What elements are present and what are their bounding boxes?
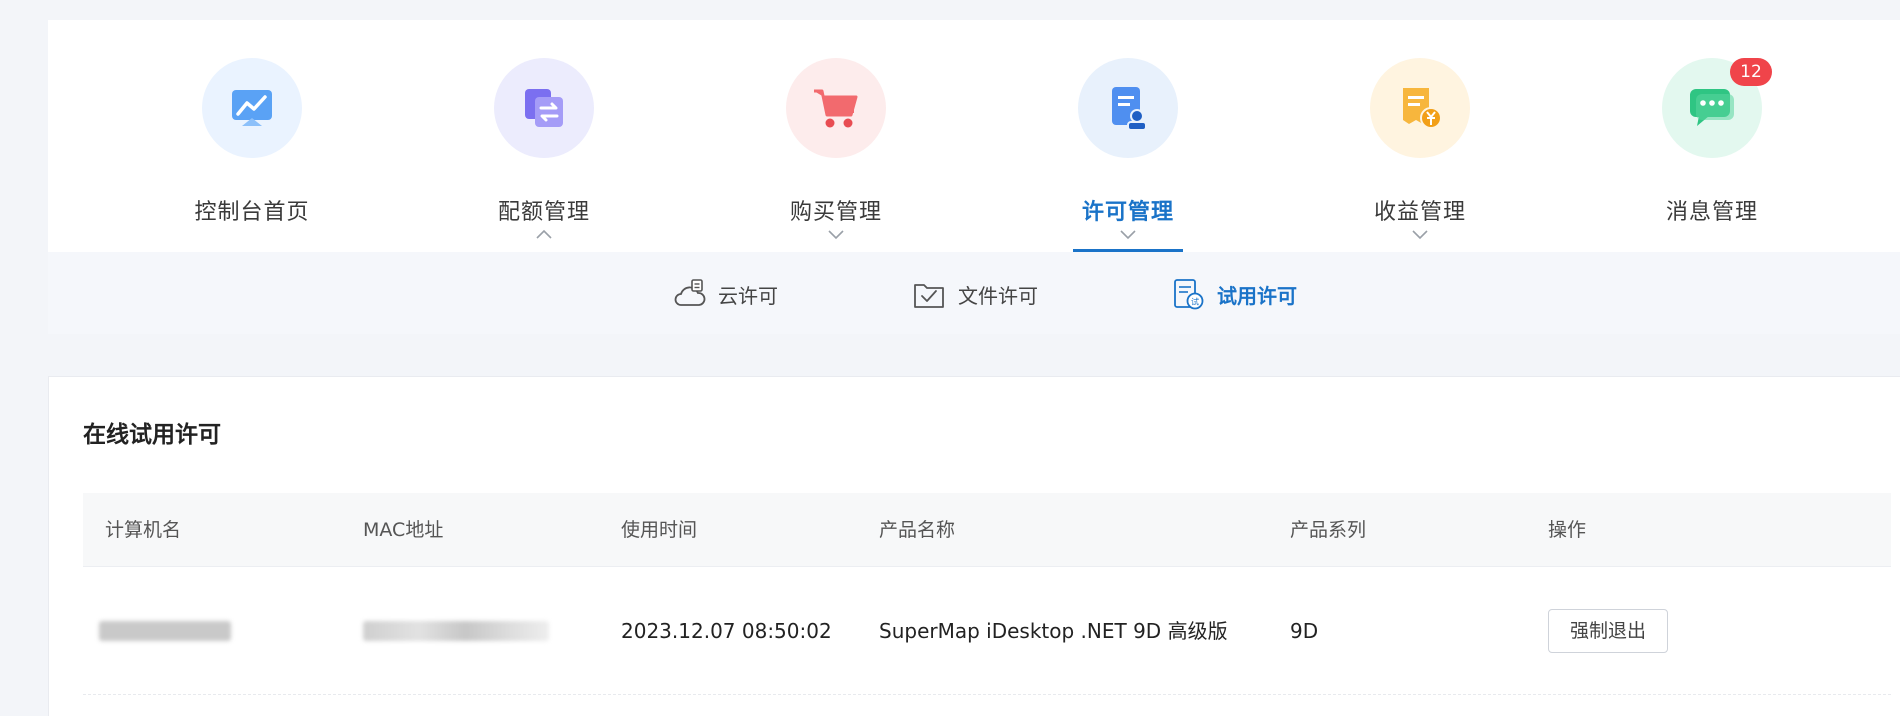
subtab-file-license[interactable]: 文件许可 (912, 276, 1038, 312)
subtab-trial-license[interactable]: 试 试用许可 (1171, 276, 1297, 312)
nav-label: 购买管理 (789, 200, 882, 225)
subtab-cloud-license[interactable]: 云许可 (672, 276, 778, 312)
subtab-label: 云许可 (718, 283, 778, 308)
table-row: 2023.12.07 08:50:02 SuperMap iDesktop .N… (83, 567, 1891, 695)
column-header: 操作 (1548, 519, 1587, 541)
nav-label: 许可管理 (1081, 200, 1174, 225)
nav-label: 控制台首页 (194, 200, 310, 225)
column-header: MAC地址 (363, 519, 444, 541)
product-name: SuperMap iDesktop .NET 9D 高级版 (879, 619, 1228, 643)
subtab-label: 试用许可 (1217, 283, 1297, 308)
trial-license-table: 计算机名 MAC地址 使用时间 产品名称 产品系列 操作 2023.12.07 … (83, 493, 1891, 695)
usage-time: 2023.12.07 08:50:02 (621, 619, 832, 643)
revenue-yen-icon (1370, 58, 1470, 158)
nav-label: 配额管理 (497, 200, 590, 225)
svg-text:试: 试 (1191, 297, 1199, 307)
chevron-down-icon[interactable] (827, 228, 845, 240)
trial-license-panel: 在线试用许可 计算机名 MAC地址 使用时间 产品名称 产品系列 操作 2023… (48, 376, 1900, 716)
subtab-label: 文件许可 (958, 283, 1038, 308)
nav-item-console-home[interactable]: 控制台首页 (152, 58, 352, 252)
chevron-down-icon[interactable] (1119, 228, 1137, 240)
nav-label: 消息管理 (1665, 200, 1758, 225)
column-header: 使用时间 (621, 519, 698, 541)
product-series: 9D (1290, 619, 1319, 643)
license-subtabs: 云许可 文件许可 试 试用许可 (48, 252, 1900, 334)
folder-check-icon (914, 284, 944, 308)
force-logout-button[interactable]: 强制退出 (1548, 609, 1668, 653)
nav-item-quota[interactable]: 配额管理 (444, 58, 644, 252)
quota-exchange-icon (494, 58, 594, 158)
section-title: 在线试用许可 (83, 422, 221, 448)
nav-item-license[interactable]: 许可管理 (1028, 58, 1228, 252)
chevron-down-icon[interactable] (1411, 228, 1429, 240)
table-header: 计算机名 MAC地址 使用时间 产品名称 产品系列 操作 (83, 493, 1891, 567)
column-header: 计算机名 (105, 519, 182, 541)
unread-count-badge: 12 (1730, 58, 1772, 86)
redaction-blur (363, 621, 549, 641)
dashboard-chart-icon (202, 58, 302, 158)
column-header: 产品名称 (879, 519, 956, 541)
column-header: 产品系列 (1290, 519, 1367, 541)
chevron-up-icon[interactable] (535, 228, 553, 240)
top-navigation: 控制台首页 配额管理 购买管理 许可管理 收益管理 12 消息管理 (48, 20, 1900, 252)
nav-item-revenue[interactable]: 收益管理 (1320, 58, 1520, 252)
cloud-server-icon (674, 279, 706, 306)
license-document-icon (1078, 58, 1178, 158)
trial-clipboard-icon: 试 (1174, 279, 1204, 310)
nav-label: 收益管理 (1373, 200, 1466, 225)
shopping-cart-icon (786, 58, 886, 158)
nav-item-messages[interactable]: 12 消息管理 (1612, 58, 1812, 252)
nav-item-purchase[interactable]: 购买管理 (736, 58, 936, 252)
redaction-blur (99, 621, 231, 641)
